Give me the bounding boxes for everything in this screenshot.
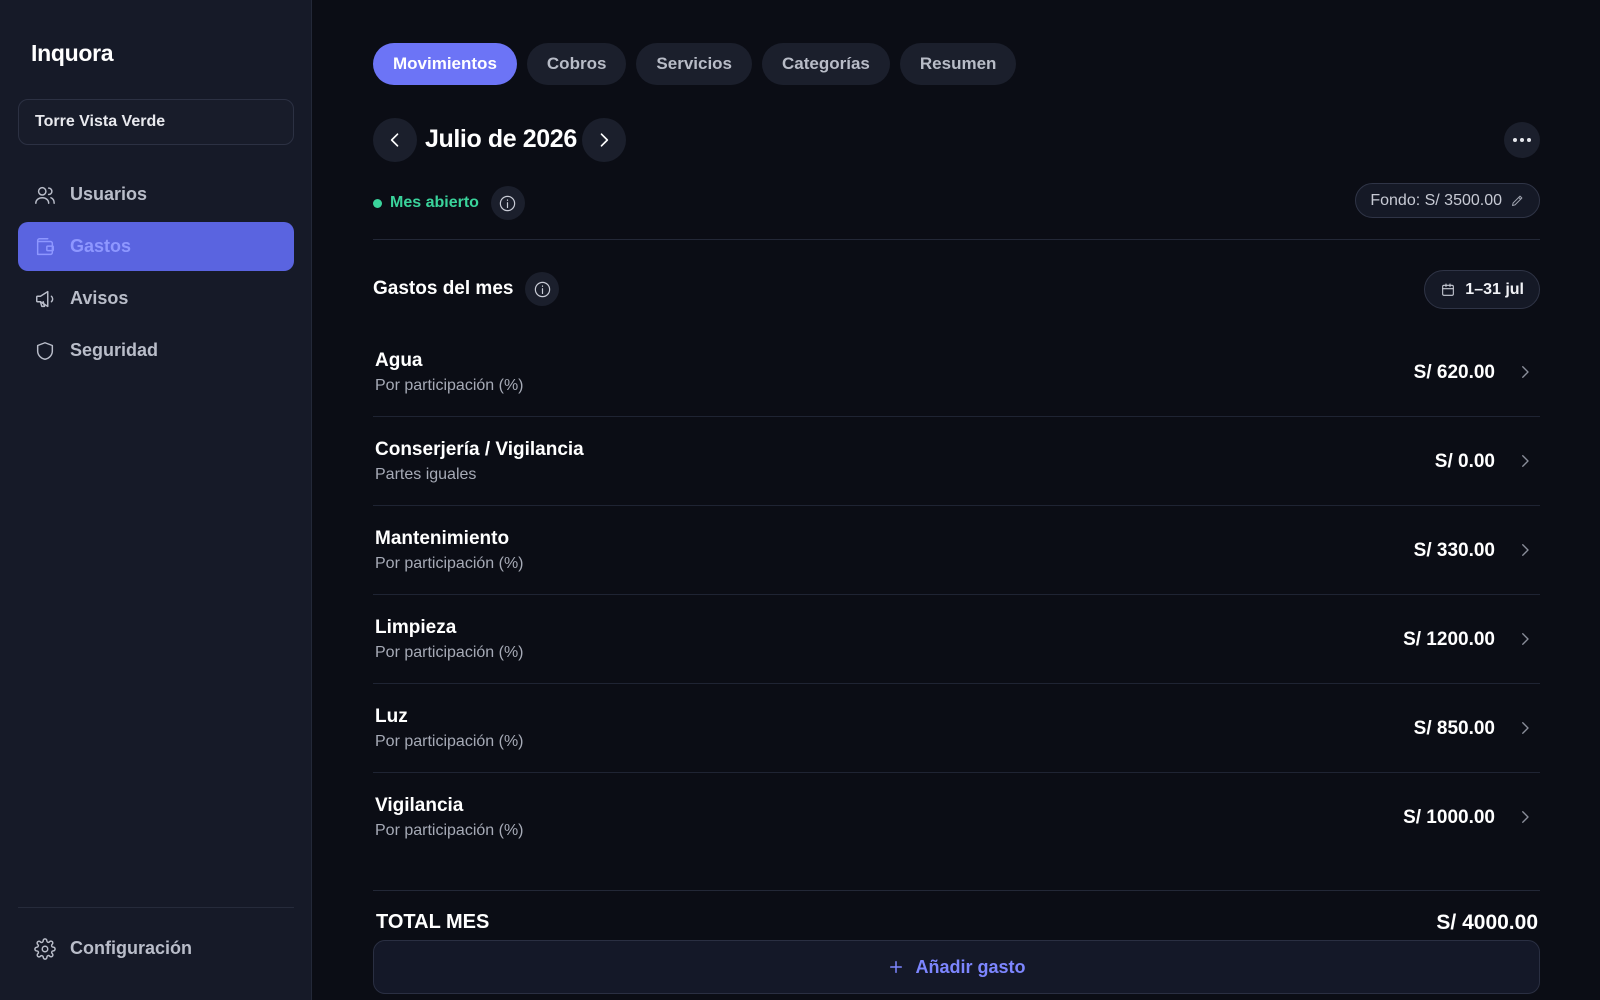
tab-resumen[interactable]: Resumen (899, 43, 1017, 85)
sidebar: Inquora Torre Vista Verde Usuarios Gasto… (0, 0, 312, 1000)
divider (373, 890, 1540, 891)
more-dots-icon (1527, 138, 1531, 142)
expense-row[interactable]: Limpieza Por participación (%) S/ 1200.0… (373, 595, 1540, 684)
sidebar-item-seguridad[interactable]: Seguridad (18, 326, 294, 375)
more-dots-icon (1520, 138, 1524, 142)
more-dots-icon (1513, 138, 1517, 142)
wallet-icon (36, 237, 54, 255)
main-content: Movimientos Cobros Servicios Categorías … (373, 0, 1540, 1000)
expense-amount: S/ 1000.00 (1403, 807, 1495, 828)
expense-name: Vigilancia (375, 795, 464, 816)
info-icon (534, 281, 551, 297)
tab-bar: Movimientos Cobros Servicios Categorías … (373, 43, 1017, 85)
prev-month-button[interactable] (373, 118, 417, 162)
sidebar-item-label: Configuración (70, 938, 192, 958)
sidebar-item-gastos[interactable]: Gastos (18, 222, 294, 271)
add-expense-label: Añadir gasto (915, 956, 1026, 977)
expense-method: Por participación (%) (375, 555, 524, 572)
fund-label: Fondo: S/ 3500.00 (1370, 191, 1502, 209)
status-dot-icon (373, 198, 382, 208)
info-icon (500, 195, 516, 211)
expense-amount: S/ 1200.00 (1403, 629, 1495, 650)
pencil-icon (1512, 195, 1523, 206)
expense-name: Mantenimiento (375, 528, 510, 549)
sidebar-item-usuarios[interactable]: Usuarios (18, 170, 294, 219)
expense-name: Agua (375, 350, 423, 371)
expense-row[interactable]: Mantenimiento Por participación (%) S/ 3… (373, 506, 1540, 595)
expense-row[interactable]: Luz Por participación (%) S/ 850.00 (373, 684, 1540, 773)
month-title: Julio de 2026 (425, 125, 577, 153)
sidebar-item-label: Usuarios (70, 184, 148, 204)
megaphone-icon (36, 290, 54, 307)
sidebar-item-configuracion[interactable]: Configuración (18, 924, 294, 973)
expense-row[interactable]: Agua Por participación (%) S/ 620.00 (373, 328, 1540, 417)
section-header: Gastos del mes (373, 272, 560, 306)
shield-icon (36, 341, 54, 360)
divider (373, 239, 1540, 240)
month-status: Mes abierto (373, 186, 525, 220)
fund-button[interactable]: Fondo: S/ 3500.00 (1355, 183, 1540, 218)
next-month-button[interactable] (582, 118, 626, 162)
building-selector[interactable]: Torre Vista Verde (18, 99, 294, 145)
expense-list: Agua Por participación (%) S/ 620.00 Con… (373, 328, 1540, 862)
chevron-right-icon (600, 133, 609, 147)
calendar-icon (1442, 282, 1455, 296)
expense-amount: S/ 620.00 (1413, 362, 1495, 383)
total-value: S/ 4000.00 (1436, 911, 1538, 934)
expense-name: Conserjería / Vigilancia (375, 439, 584, 460)
expense-amount: S/ 850.00 (1413, 718, 1495, 739)
expense-method: Por participación (%) (375, 644, 524, 661)
chevron-right-icon (1522, 366, 1529, 378)
app-brand: Inquora (31, 40, 114, 66)
add-expense-button[interactable]: Añadir gasto (373, 940, 1540, 994)
gear-icon (34, 937, 56, 960)
section-title: Gastos del mes (373, 278, 514, 299)
chevron-right-icon (1522, 722, 1529, 734)
chevron-right-icon (1522, 633, 1529, 645)
status-text: Mes abierto (390, 194, 479, 211)
expense-row[interactable]: Vigilancia Por participación (%) S/ 1000… (373, 773, 1540, 862)
users-icon (35, 186, 55, 204)
expense-name: Limpieza (375, 617, 457, 638)
chevron-right-icon (1522, 544, 1529, 556)
expense-method: Por participación (%) (375, 822, 524, 839)
plus-icon (890, 961, 903, 973)
expense-amount: S/ 0.00 (1434, 451, 1495, 472)
chevron-right-icon (1522, 811, 1529, 823)
sidebar-item-label: Gastos (70, 236, 132, 256)
expense-row[interactable]: Conserjería / Vigilancia Partes iguales … (373, 417, 1540, 506)
status-info-button[interactable] (490, 186, 525, 220)
date-range-label: 1–31 jul (1465, 280, 1524, 298)
date-range-button[interactable]: 1–31 jul (1424, 270, 1540, 309)
expense-method: Por participación (%) (375, 377, 524, 394)
sidebar-item-label: Seguridad (70, 340, 159, 360)
chevron-left-icon (390, 133, 399, 147)
more-options-button[interactable] (1504, 122, 1540, 158)
sidebar-item-avisos[interactable]: Avisos (18, 274, 294, 323)
tab-cobros[interactable]: Cobros (526, 43, 627, 85)
chevron-right-icon (1522, 455, 1529, 467)
section-info-button[interactable] (525, 272, 560, 306)
tab-movimientos[interactable]: Movimientos (373, 43, 517, 85)
sidebar-item-label: Avisos (70, 288, 129, 308)
tab-servicios[interactable]: Servicios (636, 43, 753, 85)
expense-method: Por participación (%) (375, 733, 524, 750)
total-label: TOTAL MES (376, 911, 490, 933)
expense-amount: S/ 330.00 (1413, 540, 1495, 561)
expense-method: Partes iguales (375, 466, 477, 483)
sidebar-divider (18, 907, 294, 908)
tab-categorias[interactable]: Categorías (762, 43, 890, 85)
expense-name: Luz (375, 706, 408, 727)
